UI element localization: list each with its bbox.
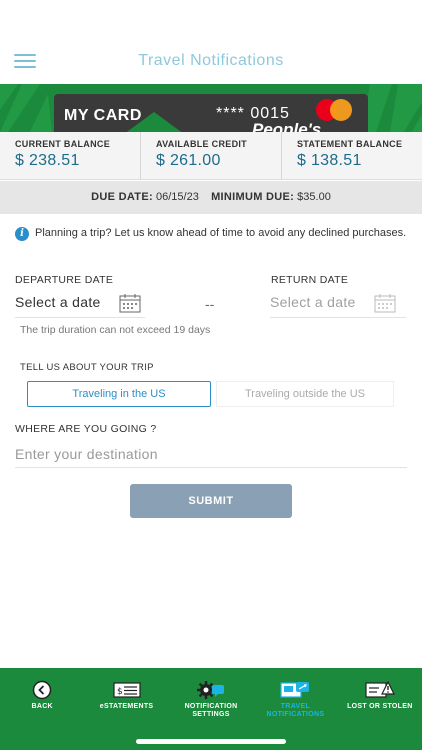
due-date-label: DUE DATE: — [91, 191, 153, 203]
nav-item-lost-or-stolen[interactable]: LOST OR STOLEN — [338, 668, 422, 750]
available-credit-value: $ 261.00 — [156, 152, 221, 169]
nav-item-travel-notifications[interactable]: TRAVEL NOTIFICATIONS — [253, 668, 337, 750]
current-balance-value: $ 238.51 — [15, 152, 80, 169]
nav-item-notification-settings[interactable]: NOTIFICATION SETTINGS — [169, 668, 253, 750]
statement-balance: STATEMENT BALANCE $ 138.51 — [282, 132, 422, 179]
info-message: i Planning a trip? Let us know ahead of … — [15, 226, 407, 241]
info-icon: i — [15, 227, 29, 241]
destination-input[interactable] — [15, 440, 407, 468]
travel-icon — [280, 682, 310, 698]
minimum-due-value: $35.00 — [297, 191, 331, 203]
balances-bar: CURRENT BALANCE $ 238.51 AVAILABLE CREDI… — [0, 132, 422, 180]
due-summary: DUE DATE: 06/15/23 MINIMUM DUE: $35.00 — [0, 181, 422, 214]
card-name: MY CARD — [64, 107, 142, 124]
app-header: Travel Notifications — [0, 0, 422, 84]
calendar-icon[interactable] — [119, 293, 141, 313]
destination-label: WHERE ARE YOU GOING ? — [15, 423, 157, 435]
card-image: MY CARD **** 0015 People's — [54, 94, 368, 132]
mastercard-logo-icon — [316, 99, 356, 121]
return-date-label: RETURN DATE — [271, 274, 349, 286]
trip-type-label: TELL US ABOUT YOUR TRIP — [20, 362, 154, 373]
date-separator: -- — [205, 296, 215, 312]
nav-label-back: BACK — [31, 703, 53, 710]
statement-icon: $ — [113, 682, 141, 698]
available-credit: AVAILABLE CREDIT $ 261.00 — [141, 132, 282, 179]
nav-label-notification-settings: NOTIFICATION SETTINGS — [184, 703, 238, 718]
departure-date-field[interactable]: Select a date — [15, 288, 145, 318]
tab-traveling-outside-us[interactable]: Traveling outside the US — [216, 381, 394, 407]
submit-button[interactable]: SUBMIT — [130, 484, 292, 518]
nav-label-estatements: eSTATEMENTS — [99, 703, 154, 710]
nav-item-back[interactable]: BACK — [0, 668, 84, 750]
due-date-value: 06/15/23 — [156, 191, 199, 203]
notification-settings-icon — [197, 681, 225, 699]
available-credit-label: AVAILABLE CREDIT — [156, 139, 247, 149]
return-date-field[interactable]: Select a date — [270, 288, 406, 318]
statement-balance-label: STATEMENT BALANCE — [297, 139, 403, 149]
calendar-icon[interactable] — [374, 293, 396, 313]
page-title: Travel Notifications — [138, 52, 284, 69]
home-indicator — [136, 739, 286, 744]
statement-balance-value: $ 138.51 — [297, 152, 362, 169]
bottom-nav: BACK $ eSTATEMENTS NOTIFICATION SETTINGS… — [0, 668, 422, 750]
duration-hint: The trip duration can not exceed 19 days — [20, 324, 211, 336]
lost-card-icon — [365, 681, 395, 698]
minimum-due-label: MINIMUM DUE: — [211, 191, 295, 203]
nav-label-travel-notifications: TRAVEL NOTIFICATIONS — [266, 703, 325, 718]
current-balance-label: CURRENT BALANCE — [15, 139, 110, 149]
departure-date-label: DEPARTURE DATE — [15, 274, 114, 286]
svg-text:$: $ — [117, 687, 123, 697]
tab-traveling-in-us[interactable]: Traveling in the US — [27, 381, 211, 407]
card-brand: People's — [252, 120, 322, 132]
departure-date-placeholder: Select a date — [15, 294, 101, 310]
card-banner: MY CARD **** 0015 People's — [0, 84, 422, 132]
nav-label-lost-or-stolen: LOST OR STOLEN — [347, 703, 413, 710]
nav-item-estatements[interactable]: $ eSTATEMENTS — [84, 668, 168, 750]
info-text: Planning a trip? Let us know ahead of ti… — [35, 227, 407, 239]
back-icon — [32, 680, 52, 700]
current-balance: CURRENT BALANCE $ 238.51 — [0, 132, 141, 179]
return-date-placeholder: Select a date — [270, 294, 356, 310]
